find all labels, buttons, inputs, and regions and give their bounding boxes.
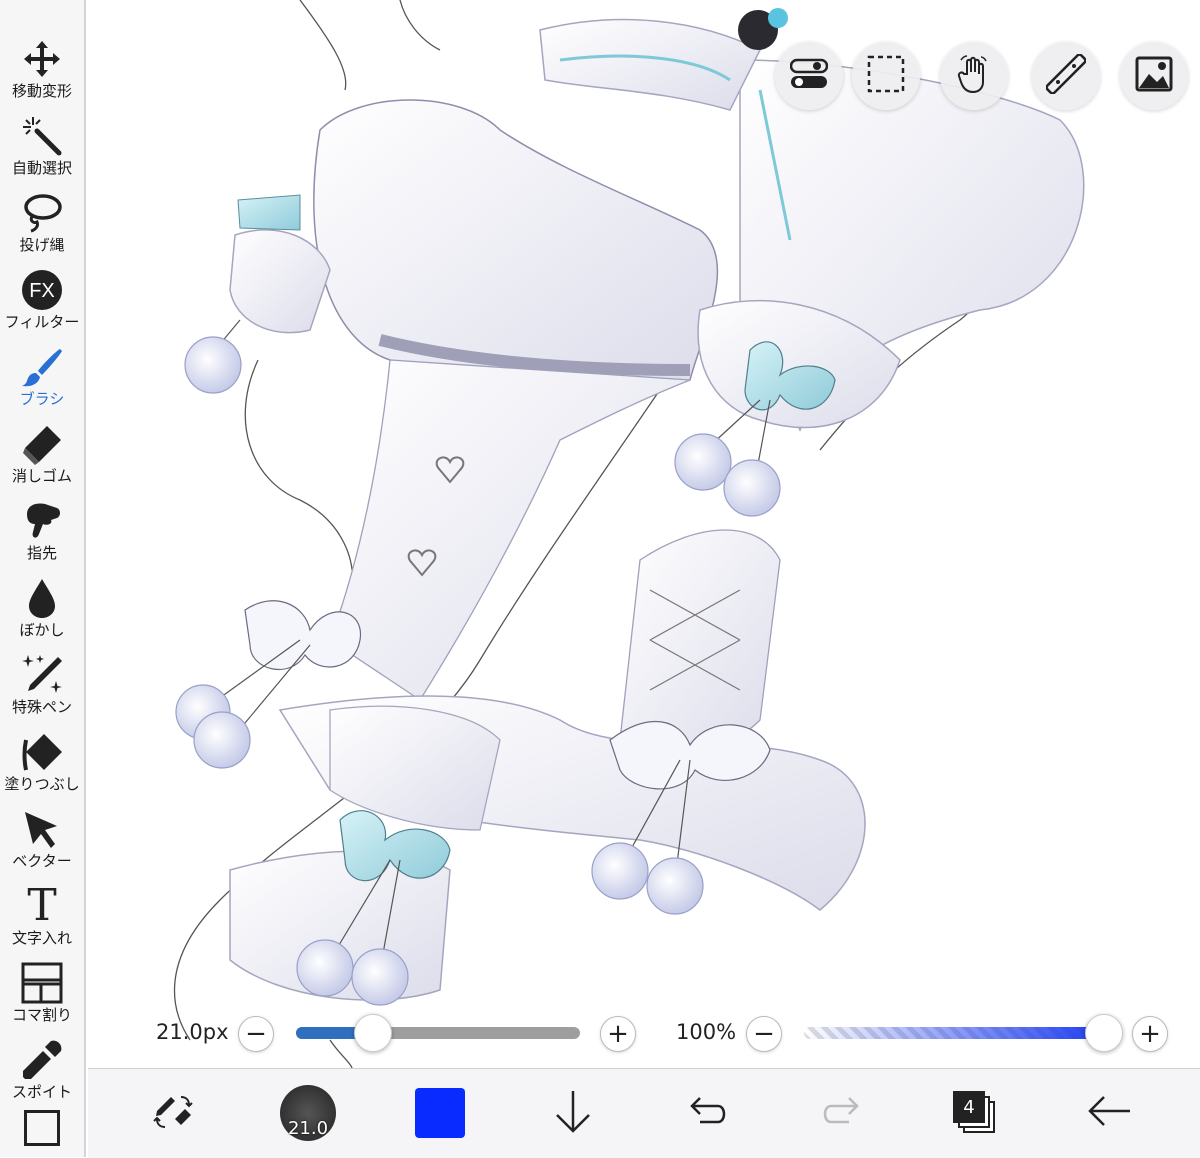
fx-icon: FX [19, 267, 65, 313]
drawing-canvas[interactable] [88, 0, 1200, 1068]
color-picker-button[interactable] [414, 1083, 466, 1143]
arrow-left-icon [1086, 1094, 1132, 1132]
tool-label: 特殊ペン [11, 698, 72, 716]
opacity-fill [804, 1027, 1104, 1039]
tool-label: 塗りつぶし [4, 775, 80, 793]
layers-count: 4 [953, 1091, 985, 1123]
tool-label: 移動変形 [11, 82, 72, 100]
tool-label: フィルター [4, 313, 80, 331]
lasso-icon [19, 190, 65, 236]
pen-eraser-swap-icon [151, 1089, 195, 1137]
redo-button[interactable] [816, 1083, 866, 1143]
back-button[interactable] [1084, 1083, 1134, 1143]
ruler-icon [1045, 53, 1087, 98]
tool-eraser[interactable]: 消しゴム [0, 419, 84, 496]
ruler-button[interactable] [1032, 42, 1100, 110]
finger-icon [19, 498, 65, 544]
brush-size-thumb[interactable] [353, 1014, 392, 1052]
opacity-thumb[interactable] [1085, 1014, 1123, 1052]
tool-auto-select[interactable]: 自動選択 [0, 111, 84, 188]
tool-sidebar: 移動変形 自動選択 投げ縄 FX フィルター ブラシ 消しゴム 指先 ぼかし 特… [0, 0, 86, 1157]
fx-badge-text: FX [29, 280, 55, 302]
selection-icon [867, 55, 905, 97]
tool-label: スポイト [11, 1083, 72, 1101]
tool-frame-divider[interactable]: コマ割り [0, 958, 84, 1035]
eyedropper-icon [19, 1037, 65, 1083]
tool-eyedropper[interactable]: スポイト [0, 1035, 84, 1112]
brush-preview-button[interactable]: 21.0 [278, 1083, 338, 1143]
tool-filter[interactable]: FX フィルター [0, 265, 84, 342]
vector-arrow-icon [19, 806, 65, 852]
tool-label: 消しゴム [11, 467, 72, 485]
opacity-decrease-button[interactable]: − [746, 1016, 782, 1052]
tool-vector[interactable]: ベクター [0, 804, 84, 881]
tool-label: ブラシ [19, 390, 65, 408]
brush-preview-circle: 21.0 [280, 1085, 336, 1141]
tool-text[interactable]: T 文字入れ [0, 881, 84, 958]
tool-label: 投げ縄 [19, 236, 65, 254]
tool-label: コマ割り [11, 1006, 72, 1024]
minus-icon: − [753, 1019, 775, 1049]
tool-special-pen[interactable]: 特殊ペン [0, 650, 84, 727]
special-pen-icon [19, 652, 65, 698]
image-icon [1135, 56, 1173, 96]
hand-tool-button[interactable] [940, 42, 1008, 110]
blur-drop-icon [19, 575, 65, 621]
layers-button[interactable]: 4 [950, 1083, 1000, 1143]
image-reference-button[interactable] [1120, 42, 1188, 110]
eraser-icon [19, 421, 65, 467]
brush-size-increase-button[interactable]: + [600, 1016, 636, 1052]
current-color-swatch [415, 1088, 465, 1138]
tool-label: 自動選択 [11, 159, 72, 177]
brush-preview-value: 21.0 [287, 1118, 329, 1139]
tool-finger[interactable]: 指先 [0, 496, 84, 573]
tool-lasso[interactable]: 投げ縄 [0, 188, 84, 265]
frame-divider-icon [19, 960, 65, 1006]
plus-icon: + [607, 1019, 629, 1049]
brush-size-value: 21.0px [156, 1020, 229, 1044]
save-download-button[interactable] [548, 1083, 598, 1143]
opacity-value: 100% [676, 1020, 737, 1044]
undo-icon [688, 1096, 728, 1130]
brush-size-decrease-button[interactable]: − [238, 1016, 274, 1052]
swap-pen-eraser-button[interactable] [148, 1083, 198, 1143]
opacity-increase-button[interactable]: + [1132, 1016, 1168, 1052]
toggle-icon [789, 58, 829, 94]
extra-tool-frame-icon[interactable] [24, 1110, 60, 1146]
move-icon [19, 36, 65, 82]
bottom-toolbar: 21.0 4 [88, 1068, 1200, 1158]
plus-icon: + [1139, 1019, 1161, 1049]
tool-brush[interactable]: ブラシ [0, 342, 84, 419]
fill-bucket-icon [19, 729, 65, 775]
tool-fill[interactable]: 塗りつぶし [0, 727, 84, 804]
toggle-settings-button[interactable] [775, 42, 843, 110]
tool-label: 文字入れ [11, 929, 72, 947]
redo-icon [821, 1096, 861, 1130]
text-icon: T [27, 880, 57, 931]
magic-wand-icon [19, 113, 65, 159]
tool-label: 指先 [26, 544, 57, 562]
minus-icon: − [245, 1019, 267, 1049]
layers-icon: 4 [953, 1091, 997, 1135]
undo-button[interactable] [683, 1083, 733, 1143]
arrow-down-icon [553, 1089, 593, 1137]
tool-label: ベクター [12, 852, 72, 870]
hand-icon [955, 54, 993, 98]
brush-icon [19, 344, 65, 390]
artwork-illustration [173, 0, 1085, 1068]
tool-move-transform[interactable]: 移動変形 [0, 34, 84, 111]
tool-blur[interactable]: ぼかし [0, 573, 84, 650]
selection-button[interactable] [852, 42, 920, 110]
tool-label: ぼかし [19, 621, 65, 639]
